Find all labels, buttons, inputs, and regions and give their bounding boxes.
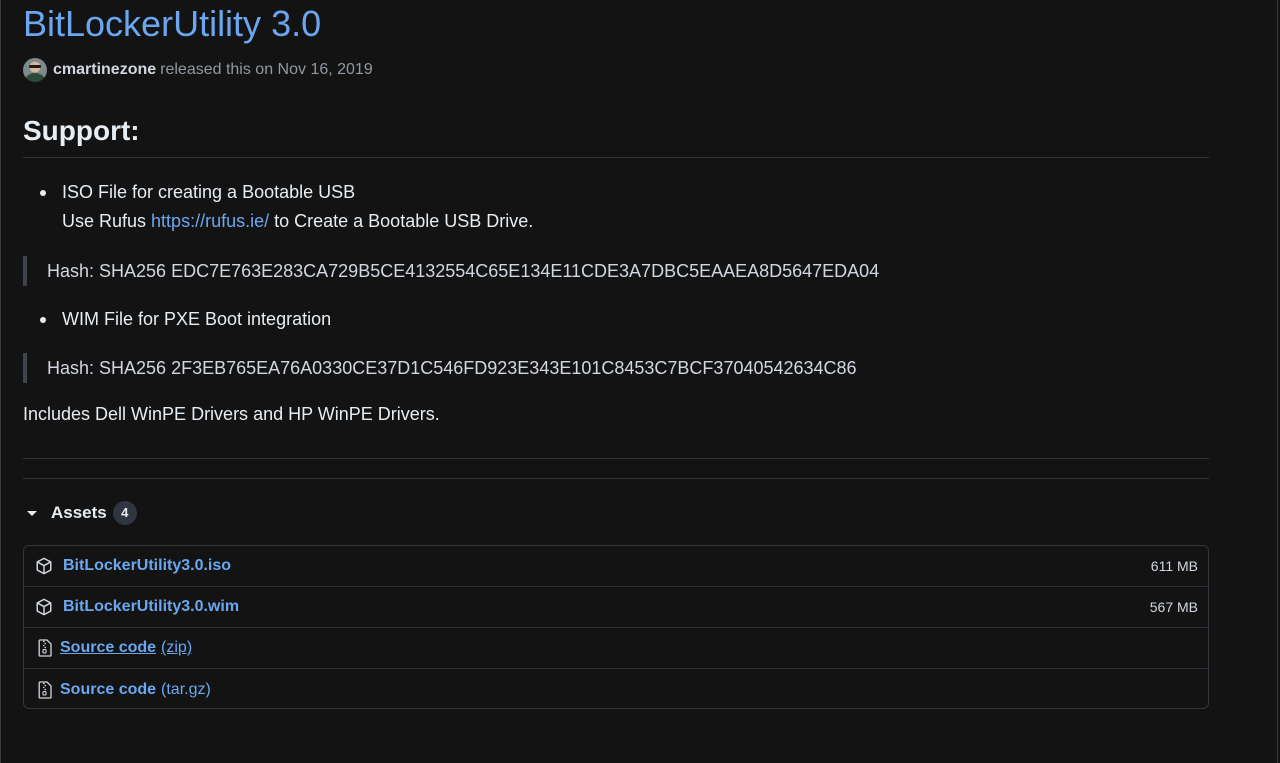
list-item: ISO File for creating a Bootable USB Use… — [62, 178, 533, 236]
asset-link-wim[interactable]: BitLockerUtility3.0.wim — [63, 598, 239, 616]
assets-label: Assets — [51, 503, 107, 522]
source-code-tar-link[interactable]: Source code — [60, 681, 156, 699]
rufus-prefix: Use Rufus — [62, 211, 152, 231]
source-code-zip-ext[interactable]: (zip) — [161, 639, 192, 657]
source-code-zip-link[interactable]: Source code — [60, 639, 156, 657]
bullet-dot — [40, 190, 46, 196]
caret-down-icon — [27, 510, 37, 516]
package-icon — [36, 557, 52, 575]
assets-list: BitLockerUtility3.0.iso 611 MB BitLocker… — [23, 545, 1209, 709]
asset-link-iso[interactable]: BitLockerUtility3.0.iso — [63, 557, 231, 575]
source-code-tar-ext[interactable]: (tar.gz) — [161, 681, 211, 699]
asset-row[interactable]: BitLockerUtility3.0.wim 567 MB — [24, 587, 1208, 628]
file-zip-icon — [38, 680, 52, 699]
package-icon — [36, 598, 52, 616]
rufus-link[interactable]: https://rufus.ie/ — [151, 211, 269, 231]
bullet-dot — [40, 317, 46, 323]
author-link[interactable]: cmartinezone — [53, 61, 156, 79]
asset-size: 611 MB — [1150, 558, 1198, 574]
release-title[interactable]: BitLockerUtility 3.0 — [23, 4, 321, 44]
released-date-text: released this on Nov 16, 2019 — [160, 61, 373, 78]
file-zip-icon — [38, 639, 52, 657]
hash-blockquote-wim: Hash: SHA256 2F3EB765EA76A0330CE37D1C546… — [23, 353, 857, 383]
assets-toggle[interactable]: Assets 4 — [23, 499, 137, 527]
asset-size: 567 MB — [1149, 599, 1198, 615]
assets-count-badge: 4 — [112, 501, 137, 525]
heading-divider — [23, 157, 1209, 158]
asset-row[interactable]: Source code (zip) — [24, 628, 1208, 669]
support-heading: Support: — [23, 115, 140, 146]
notes-divider — [23, 458, 1209, 459]
list-item-text: ISO File for creating a Bootable USB — [62, 182, 356, 202]
list-item: WIM File for PXE Boot integration — [62, 305, 331, 334]
list-item-subtext: Use Rufus https://rufus.ie/ to Create a … — [62, 207, 533, 236]
assets-divider — [23, 478, 1209, 479]
release-meta: cmartinezone released this on Nov 16, 20… — [23, 58, 373, 82]
drivers-note: Includes Dell WinPE Drivers and HP WinPE… — [23, 404, 440, 424]
avatar[interactable] — [23, 58, 47, 82]
hash-blockquote-iso: Hash: SHA256 EDC7E763E283CA729B5CE413255… — [23, 256, 879, 286]
list-item-text: WIM File for PXE Boot integration — [62, 309, 332, 329]
rufus-suffix: to Create a Bootable USB Drive. — [269, 211, 534, 231]
asset-row[interactable]: Source code (tar.gz) — [24, 669, 1208, 708]
asset-row[interactable]: BitLockerUtility3.0.iso 611 MB — [24, 546, 1208, 587]
